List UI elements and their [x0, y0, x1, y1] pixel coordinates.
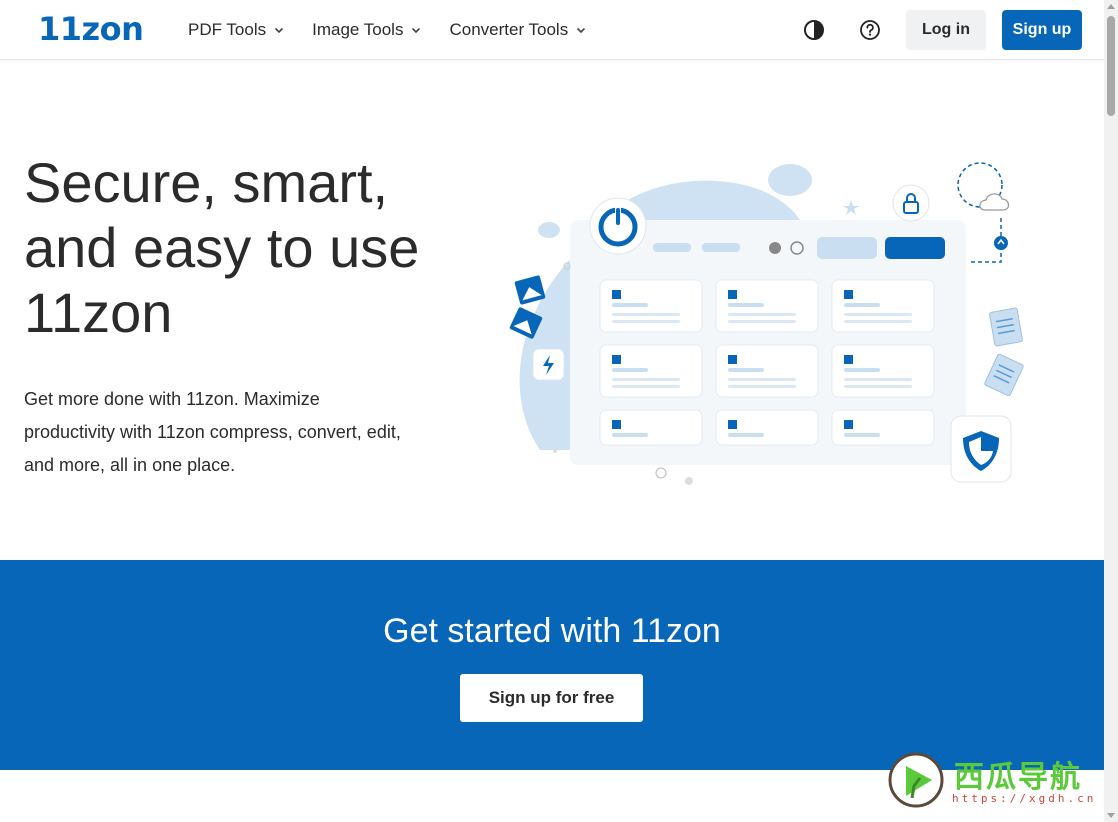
cta-section: Get started with 11zon Sign up for free [0, 560, 1104, 770]
chevron-down-icon [275, 27, 284, 34]
signup-free-button[interactable]: Sign up for free [460, 674, 643, 722]
nav-image-tools-label: Image Tools [312, 20, 404, 39]
sparkle-icon [843, 200, 859, 215]
nav-pdf-tools[interactable]: PDF Tools [188, 20, 284, 40]
chevron-down-icon [412, 27, 421, 34]
help-icon [860, 20, 880, 40]
help-button[interactable] [850, 10, 890, 50]
scroll-thumb[interactable] [1107, 16, 1115, 116]
hero-illustration [509, 162, 1024, 485]
top-navbar: 11zon PDF Tools Image Tools Converter To… [0, 0, 1104, 60]
nav-converter-tools-label: Converter Tools [449, 20, 569, 39]
mini-contrast-icon [769, 242, 781, 254]
lightning-icon [532, 348, 565, 381]
decor-dot [553, 449, 557, 453]
window-bar [702, 243, 740, 252]
decor-dot [685, 477, 693, 485]
scroll-up-arrow-icon[interactable] [1107, 4, 1115, 9]
power-icon [589, 197, 647, 255]
mini-login-button [817, 237, 877, 259]
chevron-down-icon [577, 27, 586, 34]
watermark-text: 西瓜导航 [954, 760, 1082, 795]
watermark-logo-icon [888, 752, 944, 808]
hero-subtitle: Get more done with 11zon. Maximize produ… [24, 389, 401, 475]
main-nav: PDF Tools Image Tools Converter Tools [188, 0, 586, 60]
nav-image-tools[interactable]: Image Tools [312, 20, 421, 40]
tool-cards-grid [599, 279, 935, 446]
shield-icon [950, 415, 1012, 483]
theme-toggle-button[interactable] [794, 10, 834, 50]
nav-converter-tools[interactable]: Converter Tools [449, 20, 586, 40]
scroll-down-arrow-icon[interactable] [1107, 813, 1115, 818]
login-button[interactable]: Log in [906, 10, 986, 50]
mini-signup-button [885, 237, 945, 259]
nav-pdf-tools-label: PDF Tools [188, 20, 267, 39]
watermark-url: https://xgdh.cn [952, 792, 1097, 805]
decor-dot [655, 467, 667, 479]
header-actions: Log in Sign up [794, 10, 1082, 50]
logo[interactable]: 11zon [38, 10, 144, 48]
contrast-icon [804, 20, 824, 40]
lock-icon [892, 184, 930, 222]
background-dot [538, 222, 560, 238]
signup-button[interactable]: Sign up [1002, 10, 1082, 50]
document-icon [989, 307, 1023, 347]
watermark: 西瓜导航 https://xgdh.cn [888, 750, 1103, 810]
scrollbar[interactable] [1104, 0, 1118, 822]
window-bar [653, 243, 691, 252]
document-icon [984, 353, 1024, 397]
hero-title: Secure, smart, and easy to use 11zon [24, 151, 420, 344]
cta-title: Get started with 11zon [383, 612, 721, 650]
background-blob-small [768, 164, 812, 196]
